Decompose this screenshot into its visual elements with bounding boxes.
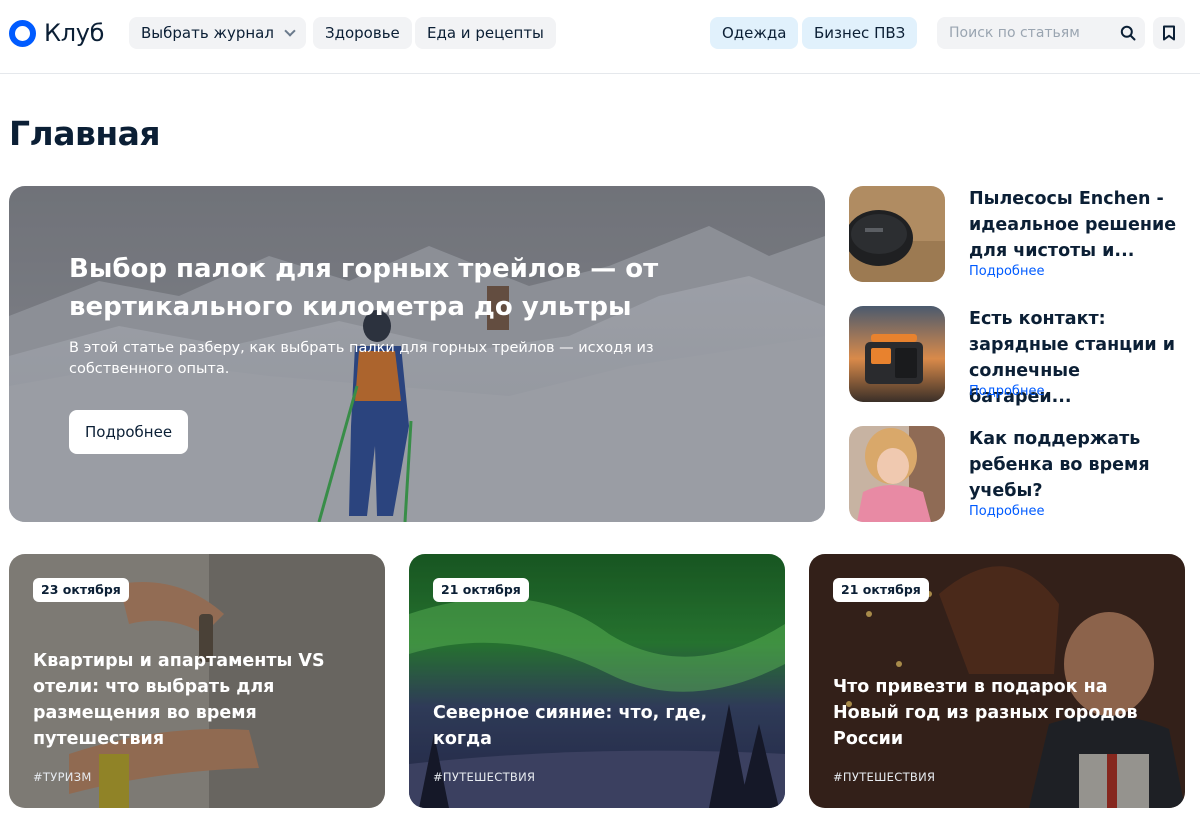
side-article-more-link[interactable]: Подробнее (969, 264, 1044, 279)
side-article-thumbnail[interactable] (849, 426, 945, 522)
search-input[interactable] (937, 17, 1107, 49)
card-tag[interactable]: #ПУТЕШЕСТВИЯ (833, 770, 935, 784)
logo-ring-icon (9, 19, 36, 47)
search-box (937, 17, 1145, 49)
nav-food-recipes[interactable]: Еда и рецепты (415, 17, 556, 49)
nav-select-journal-label: Выбрать журнал (141, 24, 274, 42)
card-title[interactable]: Что привезти в подарок на Новый год из р… (833, 674, 1163, 752)
bookmarks-button[interactable] (1153, 17, 1185, 49)
nav-health[interactable]: Здоровье (313, 17, 412, 49)
card-title[interactable]: Северное сияние: что, где, когда (433, 700, 763, 752)
logo-text: Клуб (44, 19, 105, 47)
page-title: Главная (9, 114, 161, 153)
nav-clothes[interactable]: Одежда (710, 17, 799, 49)
card-title[interactable]: Квартиры и апартаменты VS отели: что выб… (33, 648, 363, 752)
side-article-more-link[interactable]: Подробнее (969, 384, 1044, 399)
card-article-gifts[interactable]: 21 октября Что привезти в подарок на Нов… (809, 554, 1185, 808)
card-date: 21 октября (833, 578, 929, 602)
side-article-title[interactable]: Пылесосы Enchen - идеальное решение для … (969, 186, 1179, 264)
hero-description: В этой статье разберу, как выбрать палки… (69, 340, 654, 377)
card-article-apartments[interactable]: 23 октября Квартиры и апартаменты VS оте… (9, 554, 385, 808)
card-article-aurora[interactable]: 21 октября Северное сияние: что, где, ко… (409, 554, 785, 808)
hero-article[interactable]: Выбор палок для горных трейлов — от верт… (9, 186, 825, 522)
search-icon[interactable] (1120, 25, 1136, 41)
logo[interactable]: Клуб (9, 18, 104, 48)
side-article-child[interactable]: Как поддержать ребенка во время учебы? П… (849, 426, 1189, 522)
card-date: 21 октября (433, 578, 529, 602)
card-tag[interactable]: #ТУРИЗМ (33, 770, 92, 784)
card-date: 23 октября (33, 578, 129, 602)
side-article-thumbnail[interactable] (849, 186, 945, 282)
chevron-down-icon (284, 25, 296, 37)
side-article-more-link[interactable]: Подробнее (969, 504, 1044, 519)
card-tag[interactable]: #ПУТЕШЕСТВИЯ (433, 770, 535, 784)
top-header: Клуб Выбрать журнал Здоровье Еда и рецеп… (0, 0, 1200, 74)
bookmark-icon (1163, 25, 1175, 41)
nav-business-pvz[interactable]: Бизнес ПВЗ (802, 17, 918, 49)
side-article-vacuum[interactable]: Пылесосы Enchen - идеальное решение для … (849, 186, 1189, 282)
side-article-charging[interactable]: Есть контакт: зарядные станции и солнечн… (849, 306, 1189, 407)
hero-more-button[interactable]: Подробнее (69, 410, 189, 454)
side-article-thumbnail[interactable] (849, 306, 945, 402)
hero-title[interactable]: Выбор палок для горных трейлов — от верт… (69, 250, 689, 326)
nav-select-journal[interactable]: Выбрать журнал (129, 17, 306, 49)
side-article-title[interactable]: Как поддержать ребенка во время учебы? (969, 426, 1179, 504)
